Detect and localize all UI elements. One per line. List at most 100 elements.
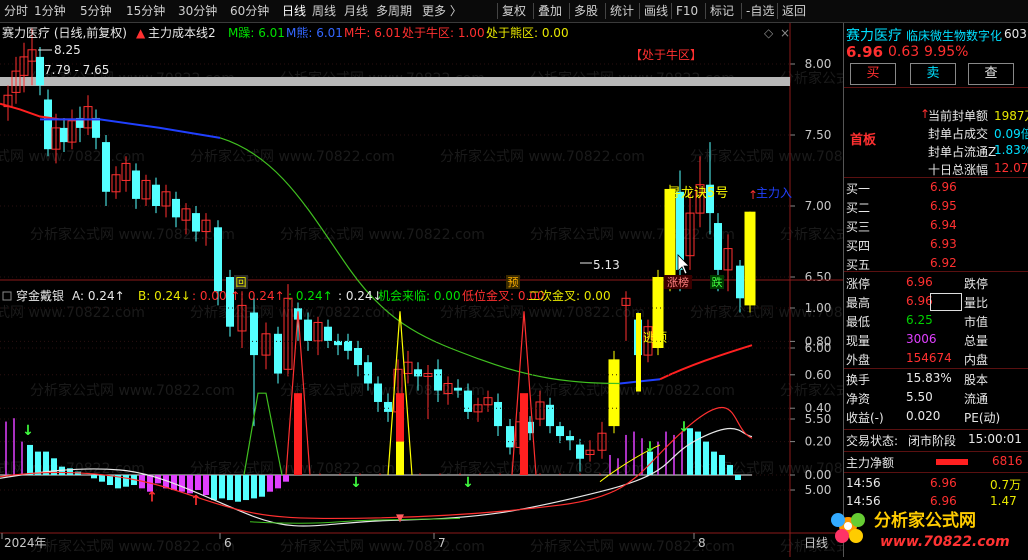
stat2-label-2: 股本: [964, 373, 989, 387]
candle-body: [566, 436, 574, 441]
stat-label-2: 总量: [964, 334, 989, 348]
candle-body: [576, 444, 584, 459]
arrow-up-icon: ↑: [146, 490, 158, 506]
signal-spike-bar: [520, 393, 528, 475]
toolbar-action-5[interactable]: F10: [676, 0, 698, 22]
stat-label-2: 市值: [964, 315, 989, 329]
high-price-label: 8.25: [54, 43, 81, 57]
histogram-bar: [275, 475, 281, 489]
stat-label-2: 量比: [964, 296, 989, 310]
stat-value: 6.96: [906, 294, 933, 308]
sub-legend-item: A: 0.24↑: [72, 289, 125, 303]
x-axis-label: 7: [438, 536, 446, 550]
main-legend-item: 处于熊区: 0.00: [486, 25, 569, 40]
histogram-bar: [727, 464, 733, 475]
period-tab-4[interactable]: 30分钟: [178, 0, 217, 22]
histogram-bar: [219, 475, 225, 499]
toolbar-action-6[interactable]: 标记: [710, 0, 734, 22]
arrow-down-icon: ↓: [462, 475, 474, 491]
indicator-up-icon: ▲: [136, 26, 146, 40]
sub-legend-item: B: 0.24↓: [138, 289, 191, 303]
period-tab-1[interactable]: 1分钟: [34, 0, 66, 22]
toolbar-action-4[interactable]: 画线: [644, 0, 668, 22]
tick-price: 6.96: [930, 476, 957, 490]
high-price-box: [930, 293, 962, 311]
sub-legend-item: : 0.24↑: [240, 289, 285, 303]
candle-body: [344, 340, 352, 351]
chart-area[interactable]: 分析家公 式网 www.70822.com 分析家公式网 www.70822.com…: [0, 23, 985, 557]
stat2-label: 收益(-): [846, 411, 884, 425]
toolbar-action-2[interactable]: 多股: [574, 0, 598, 22]
diamond-icon: ◇: [764, 26, 774, 40]
trade-status: 闭市阶段: [908, 434, 957, 448]
watermark-text: 分析家公式网 www.70822.com: [440, 148, 645, 165]
watermark-text: 分析家公式网 www.70822.com: [190, 460, 395, 477]
candle-body: [744, 211, 756, 306]
sub-legend-item: 机会来临: 0.00: [378, 289, 461, 303]
sub-legend-item: 二次金叉: 0.00: [528, 288, 611, 303]
range-bar: [0, 77, 790, 86]
candle-body: [250, 312, 258, 356]
candle-body: [414, 369, 422, 377]
period-tab-3[interactable]: 15分钟: [126, 0, 165, 22]
toolbar-action-8[interactable]: 返回: [782, 0, 806, 22]
stat2-label: 换手: [846, 373, 871, 387]
arrow-down-icon: ↓: [350, 475, 362, 491]
candle-body: [102, 142, 110, 192]
histogram-bar: [99, 475, 105, 482]
sub-chart-name: 穿金戴银: [16, 288, 64, 303]
toolbar-action-0[interactable]: 复权: [502, 0, 526, 22]
sub-legend-item: : 0.24↓: [338, 289, 383, 303]
buy-level-label: 买三: [846, 220, 871, 234]
buy-button[interactable]: 买: [850, 63, 896, 85]
candle-body: [192, 213, 200, 232]
watermark-text: 分析家公式网 www.70822.com: [780, 382, 843, 399]
period-tab-5[interactable]: 60分钟: [230, 0, 269, 22]
sub-y-tick-label: 0.00: [805, 468, 832, 482]
candle-body: [354, 348, 362, 366]
histogram-bar: [235, 475, 241, 502]
period-tab-2[interactable]: 5分钟: [80, 0, 112, 22]
candle-body: [464, 390, 472, 412]
candle-body: [60, 127, 68, 143]
stat-value: 3006: [906, 332, 937, 346]
period-tab-7[interactable]: 周线: [312, 0, 336, 22]
watermark-text: 分析家公式网 www.70822.com: [280, 538, 485, 555]
watermark-text: 分析家公式网 www.70822.com: [780, 226, 843, 243]
toolbar-action-7[interactable]: -自选: [746, 0, 774, 22]
period-tab-6[interactable]: 日线: [282, 0, 306, 22]
sell-button[interactable]: 卖: [910, 63, 956, 85]
period-tab-9[interactable]: 多周期: [376, 0, 412, 22]
watermark-text: 分析家公式网 www.70822.com: [30, 226, 235, 243]
trade-time: 15:00:01: [968, 432, 1022, 446]
top-toolbar: 分时 1分钟 5分钟 15分钟 30分钟 60分钟 日线 周线 月线 多周期 更多 〉 复权 叠加 多股统…: [0, 0, 1028, 23]
histogram-bar: [259, 475, 265, 497]
toolbar-action-1[interactable]: 叠加: [538, 0, 562, 22]
stat2-label: 净资: [846, 392, 871, 406]
seal-value: 0.09倍: [994, 127, 1028, 141]
period-tab-8[interactable]: 月线: [344, 0, 368, 22]
candle-body: [92, 117, 100, 138]
marker-zhangting: 涨榜: [667, 275, 689, 289]
buy-level-label: 买一: [846, 182, 871, 196]
toolbar-action-3[interactable]: 统计: [610, 0, 634, 22]
histogram-bar: [283, 475, 289, 482]
y-tick-label: 5.00: [805, 483, 832, 497]
stat-value: 6.25: [906, 313, 933, 327]
candle-body: [36, 56, 44, 86]
tick-volume: 0.7万: [990, 478, 1022, 492]
chart-svg[interactable]: 分析家公 式网 www.70822.com 分析家公式网 www.70822.com…: [0, 23, 985, 557]
query-button[interactable]: 查: [968, 63, 1014, 85]
buy-level-price: 6.95: [930, 199, 957, 213]
stock-concept: 临床微生物数字化: [906, 29, 1003, 43]
period-tab-0[interactable]: 分时: [4, 0, 28, 22]
candle-body: [364, 362, 372, 384]
sub-y-tick-label: 0.80: [805, 334, 832, 348]
stat-label: 现量: [846, 334, 871, 348]
period-tab-10[interactable]: 更多 〉: [422, 0, 462, 22]
range-label: 7.79 - 7.65: [44, 63, 109, 77]
seal-value: 1987万: [994, 109, 1028, 123]
quote-panel: 赛力医疗 临床微生物数字化 603 6.96 0.63 9.95% 买 卖 查 …: [843, 23, 1028, 557]
net-flow-value: 6816: [992, 454, 1023, 468]
histogram-bar: [91, 475, 97, 479]
